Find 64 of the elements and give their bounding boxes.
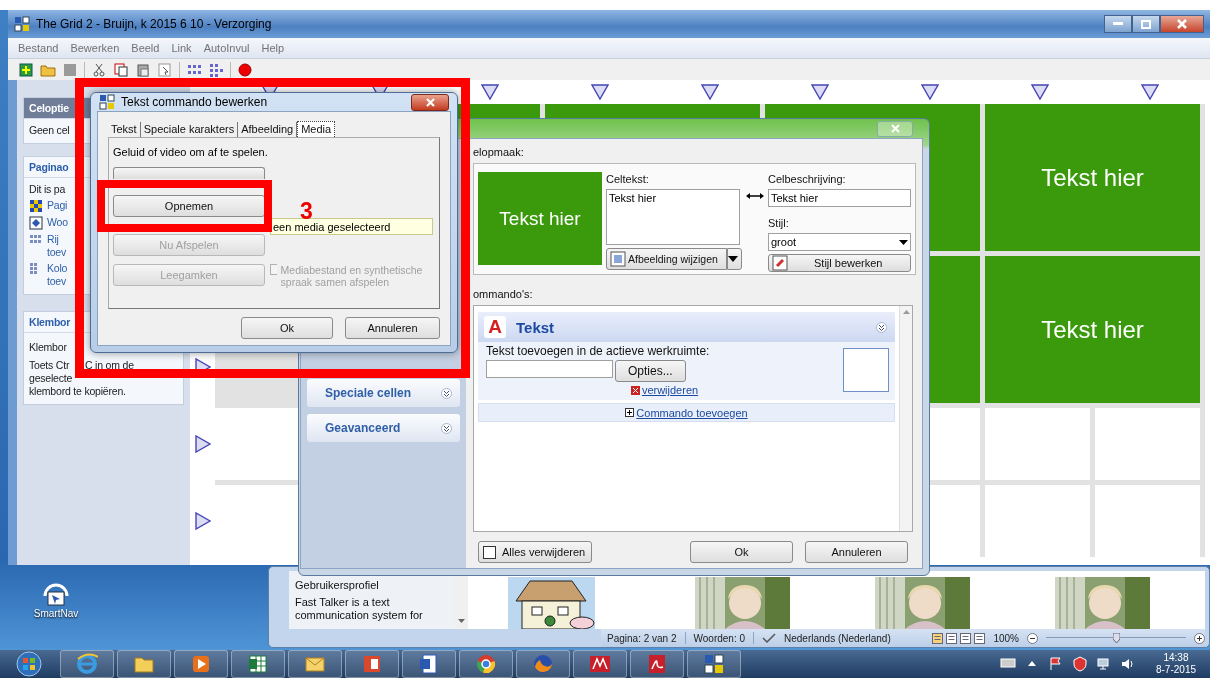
dialog-button[interactable]: Ok (690, 541, 793, 563)
panel-text: Geen cel (29, 124, 70, 137)
panel-link[interactable]: Rij toev (47, 233, 73, 259)
panel-link[interactable]: Pagi (47, 199, 73, 212)
menu-item[interactable]: Help (261, 42, 285, 54)
remove-link[interactable]: verwijderen (641, 384, 699, 396)
profile-heading: Gebruikersprofiel (295, 579, 380, 592)
panel-text: klembord te kopiëren. (29, 385, 126, 398)
panel-text: geselecte (29, 372, 73, 385)
status-text: Pagina: 2 van 2 (607, 632, 677, 644)
field-label: Stijl: (768, 216, 790, 230)
text-area[interactable]: Tekst hier (606, 189, 740, 245)
tab[interactable]: Tekst (108, 122, 141, 137)
command-title: Tekst (516, 318, 556, 336)
checkbox-label: Mediabestand en synthetische spraak samen afspelen (280, 264, 424, 288)
style-dropdown[interactable]: groot (768, 233, 911, 251)
section-header[interactable]: Geavanceerd (307, 414, 460, 442)
menu-item[interactable]: Bestand (18, 42, 59, 54)
clock[interactable]: 14:38 8-7-2015 (1155, 652, 1196, 676)
tab[interactable]: Speciale karakters (140, 122, 239, 137)
clock-date: 8-7-2015 (1155, 664, 1196, 676)
field-label: Celtekst: (606, 172, 650, 186)
grid-cell[interactable]: Tekst hier (985, 104, 1200, 251)
panel-description: Geluid of video om af te spelen. (113, 146, 269, 158)
window-title: The Grid 2 - Bruijn, k 2015 6 10 - Verzorging (36, 17, 272, 31)
group-label: elopmaak: (473, 145, 525, 159)
panel-text: Klembor (29, 341, 67, 354)
menu-item[interactable]: Bewerken (70, 42, 120, 54)
command-icon: A (484, 316, 506, 338)
icon-label[interactable]: SmartNav (33, 608, 79, 619)
status-text: Woorden: 0 (693, 632, 745, 644)
menu-item[interactable]: Link (171, 42, 192, 54)
menu-item[interactable]: AutoInvul (203, 42, 250, 54)
panel-text: Toets Ctr (29, 359, 71, 372)
panel-link[interactable]: Kolo toev (47, 262, 73, 288)
add-command-link[interactable]: Commando toevoegen (636, 406, 748, 419)
dialog-button[interactable]: Opnemen (113, 195, 265, 217)
dialog-button[interactable]: Annuleren (345, 317, 440, 339)
options-button[interactable]: Opties... (615, 360, 686, 382)
dialog-button[interactable]: Annuleren (805, 541, 908, 563)
panel-link[interactable]: Woo (47, 216, 73, 229)
edit-style-button[interactable]: Stijl bewerken (768, 254, 911, 272)
clock-time: 14:38 (1163, 652, 1189, 664)
text-field[interactable]: Tekst hier (768, 189, 911, 207)
profile-text: Fast Talker is a text communication system for (295, 596, 424, 622)
panel-text: Dit is pa (29, 183, 66, 196)
group-label: ommando's: (473, 287, 534, 301)
cell-preview: Tekst hier (478, 172, 602, 265)
section-title: Geavanceerd (325, 421, 401, 435)
zoom-level: 100% (993, 632, 1019, 644)
checkbox-button[interactable]: Alles verwijderen (478, 541, 592, 563)
dialog-button[interactable]: Ok (241, 317, 333, 339)
status-text: Nederlands (Nederland) (784, 632, 891, 644)
tab[interactable]: Media (297, 121, 336, 137)
change-image-button[interactable]: Afbeelding wijzigen (606, 248, 727, 270)
command-prompt: Tekst toevoegen in de actieve werkruimte: (486, 344, 711, 358)
field-label: Celbeschrijving: (768, 172, 847, 186)
menu-item[interactable]: Beeld (131, 42, 160, 54)
section-title: Speciale cellen (325, 386, 412, 400)
dialog-title: Tekst commando bewerken (121, 95, 269, 109)
media-field: een media geselecteerd (270, 218, 433, 235)
grid-cell[interactable]: Tekst hier (985, 256, 1200, 403)
section-header[interactable]: Speciale cellen (307, 379, 460, 407)
panel-text: C in om de (85, 359, 134, 372)
